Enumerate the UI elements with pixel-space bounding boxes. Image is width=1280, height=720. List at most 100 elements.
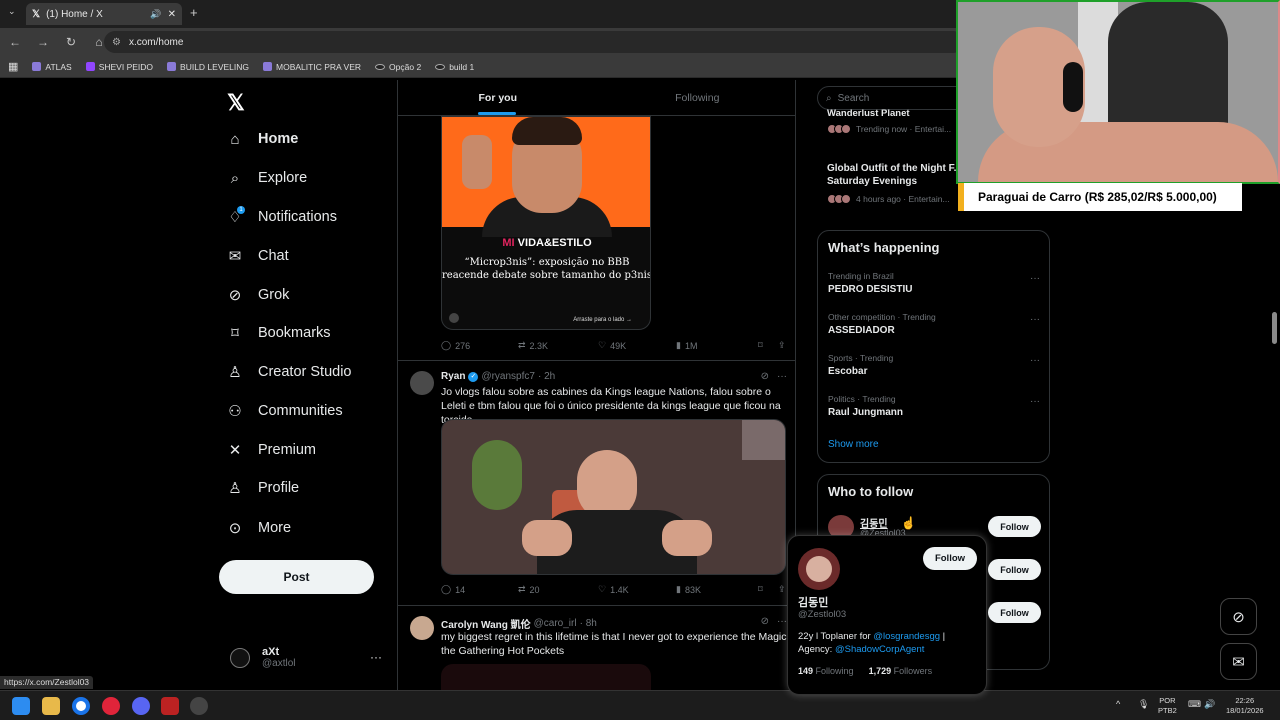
views-button[interactable]: ▮ 83K xyxy=(676,584,758,595)
volume-icon[interactable]: 🔊 xyxy=(1204,699,1215,709)
more-icon[interactable]: ··· xyxy=(1030,273,1040,284)
browser-tab-home[interactable]: 𝕏 (1) Home / X 🔊 ✕ xyxy=(26,3,182,25)
following-link[interactable]: 149 Following xyxy=(798,666,854,676)
more-icon[interactable]: ··· xyxy=(1030,355,1040,366)
clock[interactable]: 22:26 18/01/2026 xyxy=(1226,696,1264,716)
account-more-icon[interactable]: ··· xyxy=(370,650,382,664)
chrome-icon[interactable] xyxy=(72,697,90,715)
show-more-link[interactable]: Show more xyxy=(828,439,879,450)
bio-link[interactable]: @ShadowCorpAgent xyxy=(835,644,924,655)
address-bar[interactable]: ⚙ x.com/home xyxy=(104,31,964,53)
reply-button[interactable]: ◯ 276 xyxy=(441,340,518,351)
follow-button[interactable]: Follow xyxy=(988,602,1041,623)
discord-icon[interactable] xyxy=(132,697,150,715)
tweet-media[interactable] xyxy=(441,664,651,690)
forward-icon[interactable]: → xyxy=(36,35,50,49)
follow-button[interactable]: Follow xyxy=(923,547,977,570)
bookmark-shevi[interactable]: SHEVI PEIDO xyxy=(85,62,153,72)
nav-explore[interactable]: ⌕ Explore xyxy=(226,165,307,191)
hovercard-name[interactable]: 김동민 xyxy=(798,594,828,610)
tweet-time[interactable]: · 8h xyxy=(580,618,597,629)
nav-home[interactable]: ⌂ Home xyxy=(226,126,298,152)
trend-item[interactable]: Trending in Brazil PEDRO DESISTIU ··· xyxy=(828,271,1040,295)
tweet[interactable]: Ryan ✓ @ryanspfc7 · 2h ⊘ ··· Jo vlogs fa… xyxy=(398,360,795,605)
like-button[interactable]: ♡ 49K xyxy=(598,340,676,351)
tray-chevron-icon[interactable]: ^ xyxy=(1116,699,1120,709)
share-icon[interactable]: ⇪ xyxy=(778,584,786,595)
share-icon[interactable]: ⇪ xyxy=(778,340,786,351)
author-name[interactable]: Carolyn Wang 凱伦 xyxy=(441,616,531,631)
author-handle[interactable]: @caro_irl xyxy=(534,618,577,629)
hovercard-handle[interactable]: @Zestlol03 xyxy=(798,609,846,620)
grok-icon[interactable]: ⊘ xyxy=(761,616,769,627)
follow-button[interactable]: Follow xyxy=(988,516,1041,537)
reply-button[interactable]: ◯ 14 xyxy=(441,584,518,595)
bookmark-mobalitic[interactable]: MOBALITIC PRA VER xyxy=(263,62,361,72)
bookmark-opcao2[interactable]: Opção 2 xyxy=(375,62,421,72)
avatar[interactable] xyxy=(410,371,434,395)
bookmark-build1[interactable]: build 1 xyxy=(435,62,474,72)
trend-card[interactable]: Wanderlust Planet Trending now · Enterta… xyxy=(827,108,967,134)
grok-icon[interactable]: ⊘ xyxy=(761,371,769,382)
trend-item[interactable]: Politics · Trending Raul Jungmann ··· xyxy=(828,394,1040,418)
avatar[interactable] xyxy=(410,616,434,640)
audio-icon[interactable]: 🔊 xyxy=(150,9,161,20)
back-icon[interactable]: ← xyxy=(8,35,22,49)
site-info-icon[interactable]: ⚙ xyxy=(112,37,121,48)
x-logo-icon[interactable]: 𝕏 xyxy=(227,90,245,116)
post-media-image[interactable]: MI VIDA&ESTILO “Microp3nis”: exposição n… xyxy=(441,116,651,330)
trend-item[interactable]: Other competition · Trending ASSEDIADOR … xyxy=(828,312,1040,336)
app-icon[interactable] xyxy=(190,697,208,715)
post-button[interactable]: Post xyxy=(219,560,374,594)
nav-notifications[interactable]: ♢ 1 Notifications xyxy=(226,204,337,230)
nav-creator-studio[interactable]: ♙ Creator Studio xyxy=(226,359,351,385)
opera-icon[interactable] xyxy=(102,697,120,715)
tab-for-you[interactable]: For you xyxy=(398,80,598,115)
avatar[interactable] xyxy=(798,548,840,590)
tweet-video[interactable] xyxy=(441,419,786,575)
network-icon[interactable]: ⌨ xyxy=(1188,699,1201,709)
windows-start-icon[interactable] xyxy=(12,697,30,715)
microphone-icon[interactable]: 🎙 xyxy=(1138,699,1149,709)
author-name[interactable]: Ryan xyxy=(441,371,465,382)
bio-link[interactable]: @losgrandesgg xyxy=(873,631,940,642)
tab-list-icon[interactable]: ⌄ xyxy=(8,6,16,17)
author-handle[interactable]: @ryanspfc7 xyxy=(481,371,535,382)
more-icon[interactable]: ··· xyxy=(1030,396,1040,407)
bookmark-build-leveling[interactable]: BUILD LEVELING xyxy=(167,62,249,72)
grok-icon[interactable]: ⊘ xyxy=(1220,598,1257,635)
nav-communities[interactable]: ⚇ Communities xyxy=(226,398,342,424)
nav-grok[interactable]: ⊘ Grok xyxy=(226,282,290,308)
repost-button[interactable]: ⇄ 2.3K xyxy=(518,340,598,351)
language-indicator[interactable]: POR PTB2 xyxy=(1158,696,1177,716)
followers-link[interactable]: 1,729 Followers xyxy=(869,666,933,676)
more-icon[interactable]: ··· xyxy=(777,371,787,382)
trend-card[interactable]: Global Outfit of the Night F... Saturday… xyxy=(827,162,967,204)
bookmark-button[interactable]: ⌑ xyxy=(758,584,778,595)
new-tab-button[interactable]: + xyxy=(190,5,198,20)
like-button[interactable]: ♡ 1.4K xyxy=(598,584,676,595)
tag-user-icon[interactable] xyxy=(449,313,459,323)
nav-chat[interactable]: ✉ Chat xyxy=(226,243,289,269)
views-button[interactable]: ▮ 1M xyxy=(676,340,758,351)
tweet[interactable]: Carolyn Wang 凱伦 @caro_irl · 8h ⊘ ··· my … xyxy=(398,605,795,690)
scrollbar-thumb[interactable] xyxy=(1272,312,1277,344)
follow-button[interactable]: Follow xyxy=(988,559,1041,580)
tab-following[interactable]: Following xyxy=(598,80,796,115)
nav-more[interactable]: ⊙ More xyxy=(226,515,291,541)
app-icon[interactable] xyxy=(161,697,179,715)
tweet-time[interactable]: · 2h xyxy=(538,371,555,382)
file-explorer-icon[interactable] xyxy=(42,697,60,715)
more-icon[interactable]: ··· xyxy=(1030,314,1040,325)
mail-icon[interactable]: ✉ xyxy=(1220,643,1257,680)
trend-item[interactable]: Sports · Trending Escobar ··· xyxy=(828,353,1040,377)
more-icon[interactable]: ··· xyxy=(777,616,787,627)
nav-profile[interactable]: ♙ Profile xyxy=(226,475,299,501)
tab-close-icon[interactable]: ✕ xyxy=(168,9,176,20)
bookmark-atlas[interactable]: ATLAS xyxy=(32,62,72,72)
reload-icon[interactable]: ↻ xyxy=(64,35,78,49)
account-switcher[interactable]: aXt @axtlol xyxy=(230,646,296,669)
nav-premium[interactable]: ✕ Premium xyxy=(226,437,316,463)
repost-button[interactable]: ⇄ 20 xyxy=(518,584,598,595)
apps-grid-icon[interactable]: ▦ xyxy=(8,60,18,73)
